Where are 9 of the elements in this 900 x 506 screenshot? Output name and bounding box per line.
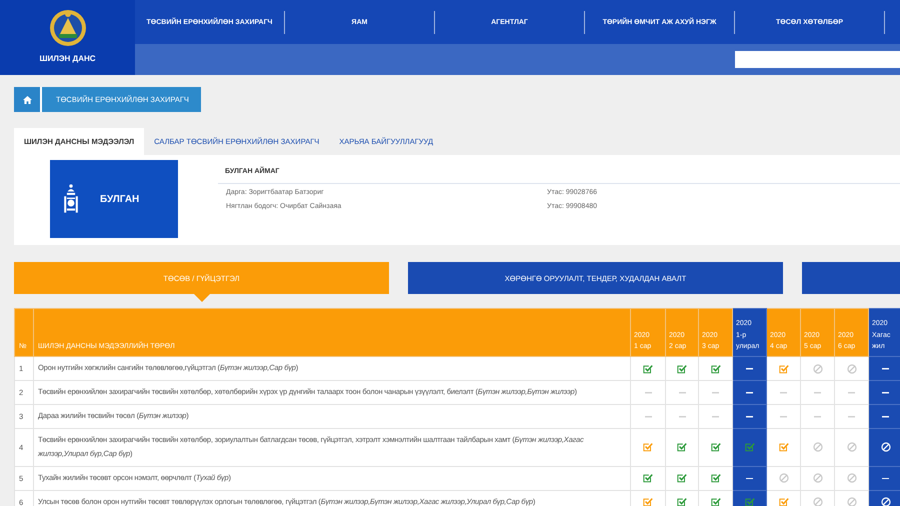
- home-icon: [22, 96, 32, 104]
- site-logo-text: ШИЛЭН ДАНС: [39, 54, 96, 63]
- search-field[interactable]: [735, 51, 900, 68]
- emblem-icon: [48, 8, 88, 48]
- section-button[interactable]: [802, 262, 900, 294]
- symbol-icon: [64, 184, 78, 214]
- badge-label: БУЛГАН: [100, 194, 140, 204]
- home-button[interactable]: [14, 87, 40, 112]
- logo-panel[interactable]: ШИЛЭН ДАНС: [0, 0, 135, 75]
